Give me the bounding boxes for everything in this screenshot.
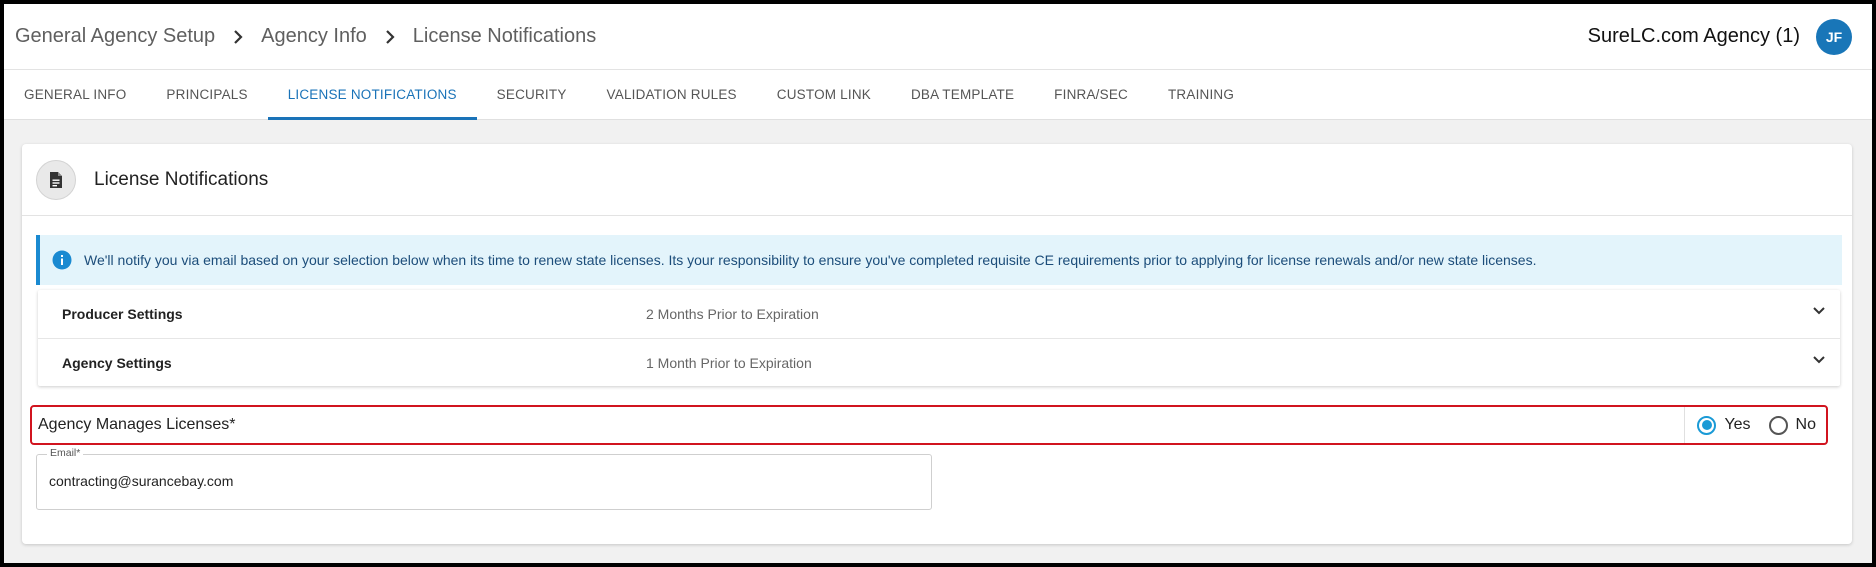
document-icon <box>36 159 76 200</box>
setting-value: 2 Months Prior to Expiration <box>646 306 819 322</box>
agency-name[interactable]: SureLC.com Agency (1) <box>1588 25 1800 48</box>
tab-custom-link[interactable]: CUSTOM LINK <box>757 70 891 119</box>
tab-training[interactable]: TRAINING <box>1148 70 1254 119</box>
chevron-right-icon <box>367 29 413 44</box>
radio-yes-label: Yes <box>1724 416 1751 433</box>
tab-general-info[interactable]: GENERAL INFO <box>4 70 146 119</box>
tab-finra-sec[interactable]: FINRA/SEC <box>1034 70 1148 119</box>
agency-manages-licenses-field: Agency Manages Licenses* Yes No <box>30 405 1828 445</box>
breadcrumb-current-page: License Notifications <box>412 25 597 47</box>
chevron-right-icon <box>215 29 261 44</box>
radio-no-label: No <box>1795 416 1816 433</box>
info-banner: We'll notify you via email based on your… <box>36 235 1842 285</box>
email-field: Email* <box>36 447 932 510</box>
header-right: SureLC.com Agency (1) JF <box>1588 18 1852 55</box>
agency-manages-licenses-label: Agency Manages Licenses* <box>38 416 236 433</box>
tab-principals[interactable]: PRINCIPALS <box>146 70 267 119</box>
radio-no[interactable] <box>1768 415 1788 435</box>
radio-yes[interactable] <box>1697 415 1717 435</box>
setting-label: Producer Settings <box>62 306 183 322</box>
setting-value: 1 Month Prior to Expiration <box>646 354 812 371</box>
breadcrumb-general-agency-setup[interactable]: General Agency Setup <box>15 25 215 48</box>
tab-bar: GENERAL INFO PRINCIPALS LICENSE NOTIFICA… <box>4 70 1872 120</box>
email-label: Email* <box>47 447 84 459</box>
radio-option-yes[interactable]: Yes <box>1697 415 1751 435</box>
tab-security[interactable]: SECURITY <box>477 70 587 119</box>
info-icon <box>52 250 72 270</box>
license-notifications-card: License Notifications We'll notify you v… <box>22 144 1852 544</box>
settings-accordion: Producer Settings 2 Months Prior to Expi… <box>38 290 1840 386</box>
radio-option-no[interactable]: No <box>1768 415 1816 435</box>
producer-settings-row[interactable]: Producer Settings 2 Months Prior to Expi… <box>38 290 1840 338</box>
chevron-down-icon[interactable] <box>1812 306 1826 316</box>
app-window: General Agency Setup Agency Info License… <box>4 4 1872 563</box>
setting-label: Agency Settings <box>62 354 172 371</box>
email-input[interactable] <box>49 473 909 489</box>
breadcrumb: General Agency Setup Agency Info License… <box>15 25 596 48</box>
tab-license-notifications[interactable]: LICENSE NOTIFICATIONS <box>267 70 477 120</box>
user-avatar[interactable]: JF <box>1816 18 1852 55</box>
top-header: General Agency Setup Agency Info License… <box>4 4 1872 70</box>
chevron-down-icon[interactable] <box>1812 355 1826 365</box>
tab-dba-template[interactable]: DBA TEMPLATE <box>891 70 1034 119</box>
tab-validation-rules[interactable]: VALIDATION RULES <box>587 70 757 119</box>
breadcrumb-agency-info[interactable]: Agency Info <box>261 25 367 48</box>
agency-manages-radio-group: Yes No <box>1684 407 1826 443</box>
card-title: License Notifications <box>94 168 269 190</box>
agency-settings-row[interactable]: Agency Settings 1 Month Prior to Expirat… <box>38 338 1840 386</box>
card-header: License Notifications <box>22 144 1852 216</box>
info-message: We'll notify you via email based on your… <box>84 252 1537 268</box>
